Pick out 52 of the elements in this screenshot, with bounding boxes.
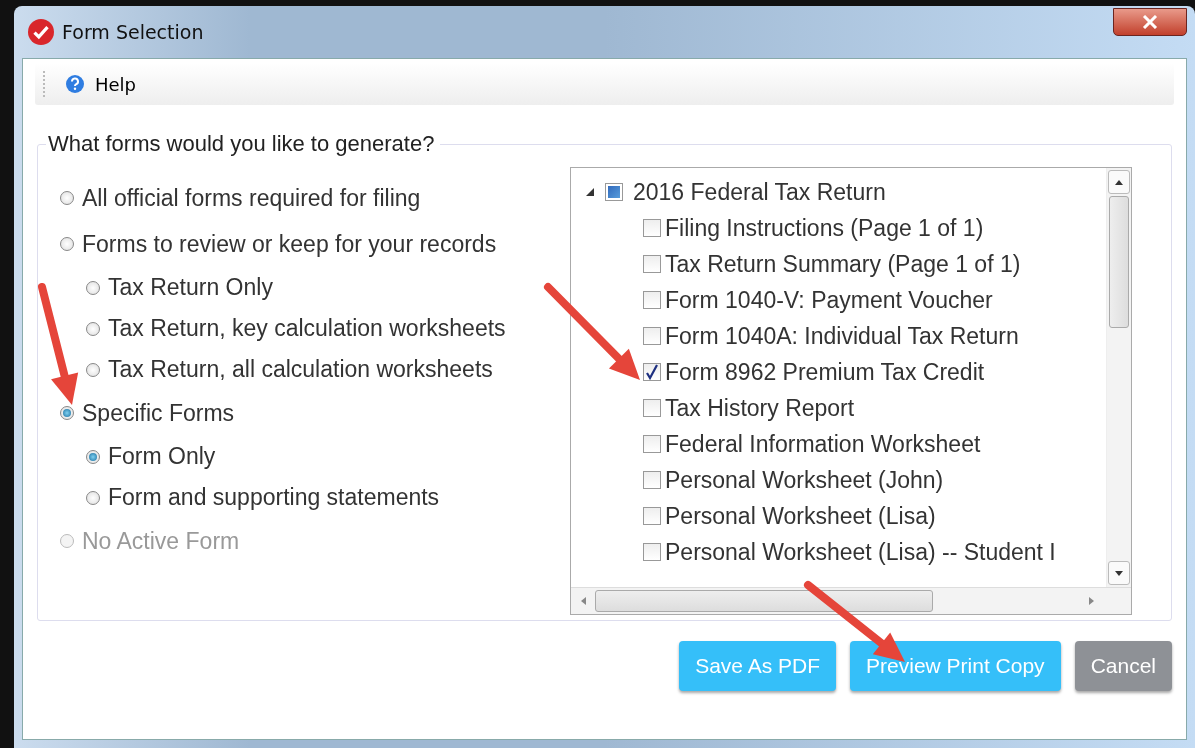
scroll-down-icon[interactable] bbox=[1115, 570, 1123, 576]
radio-option[interactable]: Specific Forms bbox=[52, 390, 552, 436]
radio-option[interactable]: Form Only bbox=[52, 436, 552, 477]
tree-item[interactable]: 2016 Federal Tax Return bbox=[633, 178, 886, 206]
close-icon bbox=[1142, 15, 1158, 29]
radio-button[interactable] bbox=[86, 321, 100, 336]
expand-icon[interactable] bbox=[585, 187, 595, 197]
radio-button[interactable] bbox=[86, 280, 100, 295]
radio-option[interactable]: Forms to review or keep for your records bbox=[52, 221, 552, 267]
radio-option[interactable]: Tax Return Only bbox=[52, 267, 552, 308]
checkbox[interactable] bbox=[643, 543, 661, 561]
checkbox[interactable] bbox=[643, 291, 661, 309]
radio-button[interactable] bbox=[86, 490, 100, 505]
horizontal-scrollbar[interactable] bbox=[571, 587, 1131, 614]
checkbox[interactable] bbox=[643, 363, 661, 381]
checkbox[interactable] bbox=[643, 255, 661, 273]
window-title: Form Selection bbox=[62, 21, 204, 43]
help-icon bbox=[65, 74, 85, 94]
checkmark-icon bbox=[28, 19, 54, 45]
checkbox[interactable] bbox=[643, 435, 661, 453]
tree-item[interactable]: Federal Information Worksheet bbox=[665, 430, 981, 458]
close-button[interactable] bbox=[1113, 8, 1187, 36]
tree-item[interactable]: Personal Worksheet (John) bbox=[665, 466, 944, 494]
tree-item[interactable]: Personal Worksheet (Lisa) -- Student I bbox=[665, 538, 1056, 566]
radio-option[interactable]: All official forms required for filing bbox=[52, 175, 552, 221]
checkbox[interactable] bbox=[643, 471, 661, 489]
tree-item[interactable]: Form 1040A: Individual Tax Return bbox=[665, 322, 1019, 350]
scroll-left-icon[interactable] bbox=[580, 597, 586, 605]
group-legend: What forms would you like to generate? bbox=[46, 131, 441, 157]
radio-button[interactable] bbox=[86, 449, 100, 464]
radio-option[interactable]: Tax Return, all calculation worksheets bbox=[52, 349, 552, 390]
tree-item[interactable]: Personal Worksheet (Lisa) bbox=[665, 502, 936, 530]
vertical-scrollbar[interactable] bbox=[1106, 168, 1131, 587]
help-button[interactable]: Help bbox=[65, 73, 137, 95]
radio-option[interactable]: Tax Return, key calculation worksheets bbox=[52, 308, 552, 349]
tree-item[interactable]: Tax Return Summary (Page 1 of 1) bbox=[665, 250, 1021, 278]
checkbox[interactable] bbox=[643, 399, 661, 417]
radio-button[interactable] bbox=[60, 406, 74, 420]
checkbox[interactable] bbox=[605, 183, 623, 201]
scroll-up-icon[interactable] bbox=[1115, 179, 1123, 185]
radio-button[interactable] bbox=[60, 191, 74, 205]
tree-item[interactable]: Tax History Report bbox=[665, 394, 855, 422]
checkbox[interactable] bbox=[643, 327, 661, 345]
scroll-right-icon[interactable] bbox=[1088, 597, 1094, 605]
tree-item[interactable]: Form 8962 Premium Tax Credit bbox=[665, 358, 985, 386]
tree-item[interactable]: Filing Instructions (Page 1 of 1) bbox=[665, 214, 984, 242]
radio-button[interactable] bbox=[86, 362, 100, 377]
checkbox[interactable] bbox=[643, 507, 661, 525]
checkbox[interactable] bbox=[643, 219, 661, 237]
tree-item[interactable]: Form 1040-V: Payment Voucher bbox=[665, 286, 993, 314]
radio-button[interactable] bbox=[60, 237, 74, 251]
radio-option[interactable]: Form and supporting statements bbox=[52, 477, 552, 518]
